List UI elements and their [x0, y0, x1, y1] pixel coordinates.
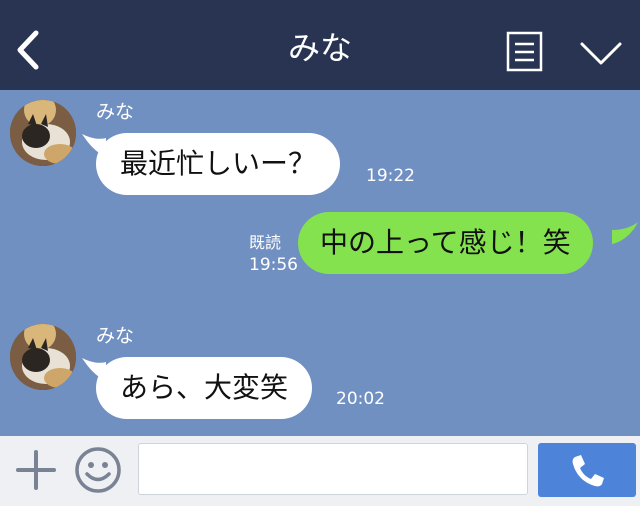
smiley-icon — [75, 447, 121, 493]
cat-avatar-image — [10, 100, 76, 166]
chat-title: みな — [287, 29, 352, 67]
sender-name: みな — [96, 325, 135, 347]
chat-header: みな — [0, 0, 640, 90]
chat-area[interactable]: みな 最近忙しいー？ 19:22 既読 19:56 中の上って感じ！笑 みな あ… — [0, 90, 640, 436]
avatar[interactable] — [10, 324, 76, 390]
incoming-message[interactable]: あら、大変笑 — [96, 357, 313, 419]
note-icon — [506, 31, 543, 72]
cat-avatar-image — [10, 324, 76, 390]
read-status: 既読 — [249, 233, 282, 252]
plus-icon — [16, 450, 56, 490]
message-time: 19:56 — [249, 255, 298, 275]
outgoing-message[interactable]: 中の上って感じ！笑 — [298, 212, 593, 274]
emoji-button[interactable] — [74, 446, 122, 494]
message-time: 20:02 — [336, 389, 385, 409]
incoming-message[interactable]: 最近忙しいー？ — [96, 133, 341, 195]
plus-button[interactable] — [16, 448, 56, 492]
sender-name: みな — [96, 101, 135, 123]
phone-icon — [572, 455, 604, 487]
note-button[interactable] — [506, 31, 544, 73]
message-time: 19:22 — [366, 166, 415, 186]
call-button[interactable] — [538, 443, 636, 497]
avatar[interactable] — [10, 100, 76, 166]
message-input[interactable] — [138, 443, 528, 495]
chevron-down-icon — [580, 42, 622, 65]
bubble-tail — [612, 222, 638, 244]
collapse-button[interactable] — [578, 36, 624, 70]
